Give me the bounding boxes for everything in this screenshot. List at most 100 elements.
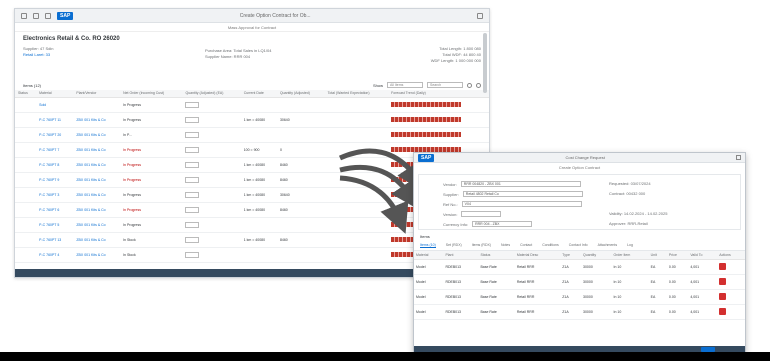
form-row-ref: Ref No.: V04 [443,201,582,207]
form-label: Currency Info: [443,221,469,227]
detail-table-row[interactable]: Model RDEB013 Base Rate Retail RRR Z1A 30000 I… [414,289,745,305]
detail-price-value: 0.00 [668,279,676,284]
detail-status-value: Base Rate [480,264,497,269]
version-field[interactable] [461,211,502,217]
detail-table-row[interactable]: Model RDEB013 Base Rate Retail RRR Z1A 30000 I… [414,304,745,320]
delete-row-button[interactable] [719,308,727,315]
detail-type-value: Z1A [562,279,569,284]
detail-cell-valid: 4,001 [688,289,718,305]
detail-cell-type: Z1A [560,274,582,290]
detail-cell-valid: 4,001 [688,304,718,320]
detail-tab[interactable]: Contact Info [569,243,588,248]
detail-status-value: Base Rate [480,279,497,284]
detail-cell-status: Base Rate [478,304,515,320]
ref-field[interactable]: V04 [461,201,582,207]
detail-table-row[interactable]: Model RDEB013 Base Rate Retail RRR Z1A 30000 I… [414,259,745,275]
detail-cell-material: Model [414,274,444,290]
detail-cell-unit: EA [648,289,667,305]
detail-form: Vendor: RRR 004820 - ZBX 001 Supplier: R… [418,174,741,230]
detail-cell-qty: 30000 [581,259,612,275]
detail-cell-unit: EA [648,274,667,290]
detail-column-header[interactable]: Status [478,251,515,260]
detail-material-value: Model [416,279,426,284]
detail-tab[interactable]: Notes [501,243,510,248]
detail-actions-cell [717,304,745,320]
detail-cell-desc: Retail RRR [514,304,561,320]
detail-subtitle: Create Option Contract [558,165,601,170]
detail-column-header[interactable]: Actions [717,251,745,260]
detail-item-value: In 10 [613,294,622,299]
detail-column-header[interactable]: Type [560,251,582,260]
vendor-field[interactable]: RRR 004820 - ZBX 001 [460,181,581,187]
detail-column-header[interactable]: Plant [443,251,479,260]
detail-price-value: 0.00 [668,264,676,269]
detail-tab[interactable]: Log [627,243,633,248]
detail-item-value: In 10 [613,264,622,269]
detail-desc-value: Retail RRR [516,309,535,314]
items-section-label: Items [420,234,430,239]
detail-cell-plant: RDEB013 [443,274,479,290]
detail-cell-type: Z1A [560,289,582,305]
detail-tab[interactable]: Items (10) [420,243,436,248]
detail-unit-value: EA [650,309,656,314]
detail-type-value: Z1A [562,264,569,269]
detail-cell-unit: EA [648,259,667,275]
detail-unit-value: EA [650,264,656,269]
delete-row-button[interactable] [719,278,727,285]
sap-logo: SAP [418,153,435,162]
detail-cell-plant: RDEB013 [443,304,479,320]
detail-valid-value: 4,001 [690,279,700,284]
detail-tab[interactable]: Set (RDX) [446,243,462,248]
detail-tab-bar: Items (10) Set (RDX) Items (RDX) Notes Conta… [414,241,745,251]
detail-status-value: Base Rate [480,294,497,299]
detail-app-window: SAP Cost Change Request Create Option Co… [413,152,746,354]
delete-row-button[interactable] [719,293,727,300]
detail-cell-desc: Retail RRR [514,259,561,275]
detail-header-row: Material Plant Status Material Desc Type Quan… [414,251,745,260]
detail-cell-item: In 10 [611,259,649,275]
detail-qty-value: 30000 [583,294,593,299]
detail-tab[interactable]: Contact [520,243,532,248]
detail-type-value: Z1A [562,294,569,299]
detail-unit-value: EA [650,279,656,284]
detail-column-header[interactable]: Quantity [581,251,612,260]
detail-cell-item: In 10 [611,289,649,305]
detail-cell-plant: RDEB013 [443,259,479,275]
user-icon[interactable] [736,155,741,160]
detail-desc-value: Retail RRR [516,294,535,299]
detail-material-value: Model [416,264,426,269]
detail-valid-value: 4,001 [690,309,700,314]
detail-cell-item: In 10 [611,304,649,320]
detail-material-value: Model [416,294,426,299]
detail-items-table: Material Plant Status Material Desc Type Quan… [414,251,745,320]
detail-table-row[interactable]: Model RDEB013 Base Rate Retail RRR Z1A 30000 I… [414,274,745,290]
detail-column-header[interactable]: Unit [648,251,667,260]
bottom-black-bar [0,352,770,361]
detail-tab[interactable]: Items (RDX) [472,243,491,248]
detail-column-header[interactable]: Price [666,251,689,260]
detail-tab[interactable]: Conditions [542,243,559,248]
detail-cell-unit: EA [648,304,667,320]
detail-valid-value: 4,001 [690,264,700,269]
detail-plant-value: RDEB013 [445,279,462,284]
detail-unit-value: EA [650,294,656,299]
detail-cell-material: Model [414,259,444,275]
detail-column-header[interactable]: Order Item [611,251,649,260]
detail-cell-price: 0.00 [666,259,689,275]
detail-price-value: 0.00 [668,294,676,299]
delete-row-button[interactable] [719,263,727,270]
detail-column-header[interactable]: Material Desc [514,251,561,260]
detail-cell-qty: 30000 [581,274,612,290]
detail-plant-value: RDEB013 [445,264,462,269]
detail-cell-desc: Retail RRR [514,289,561,305]
form-info: Validity: 14.02.2024 - 14.02.2025 [609,211,668,216]
detail-qty-value: 30000 [583,279,593,284]
detail-cell-type: Z1A [560,259,582,275]
detail-column-header[interactable]: Material [414,251,444,260]
currency-field[interactable]: RRR 004 - ZBX [472,221,533,227]
supplier-field[interactable]: Retail 4802 Retail Co [462,191,583,197]
detail-column-header[interactable]: Valid To [688,251,718,260]
detail-tab[interactable]: Attachments [598,243,617,248]
detail-desc-value: Retail RRR [516,264,535,269]
detail-cell-status: Base Rate [478,274,515,290]
